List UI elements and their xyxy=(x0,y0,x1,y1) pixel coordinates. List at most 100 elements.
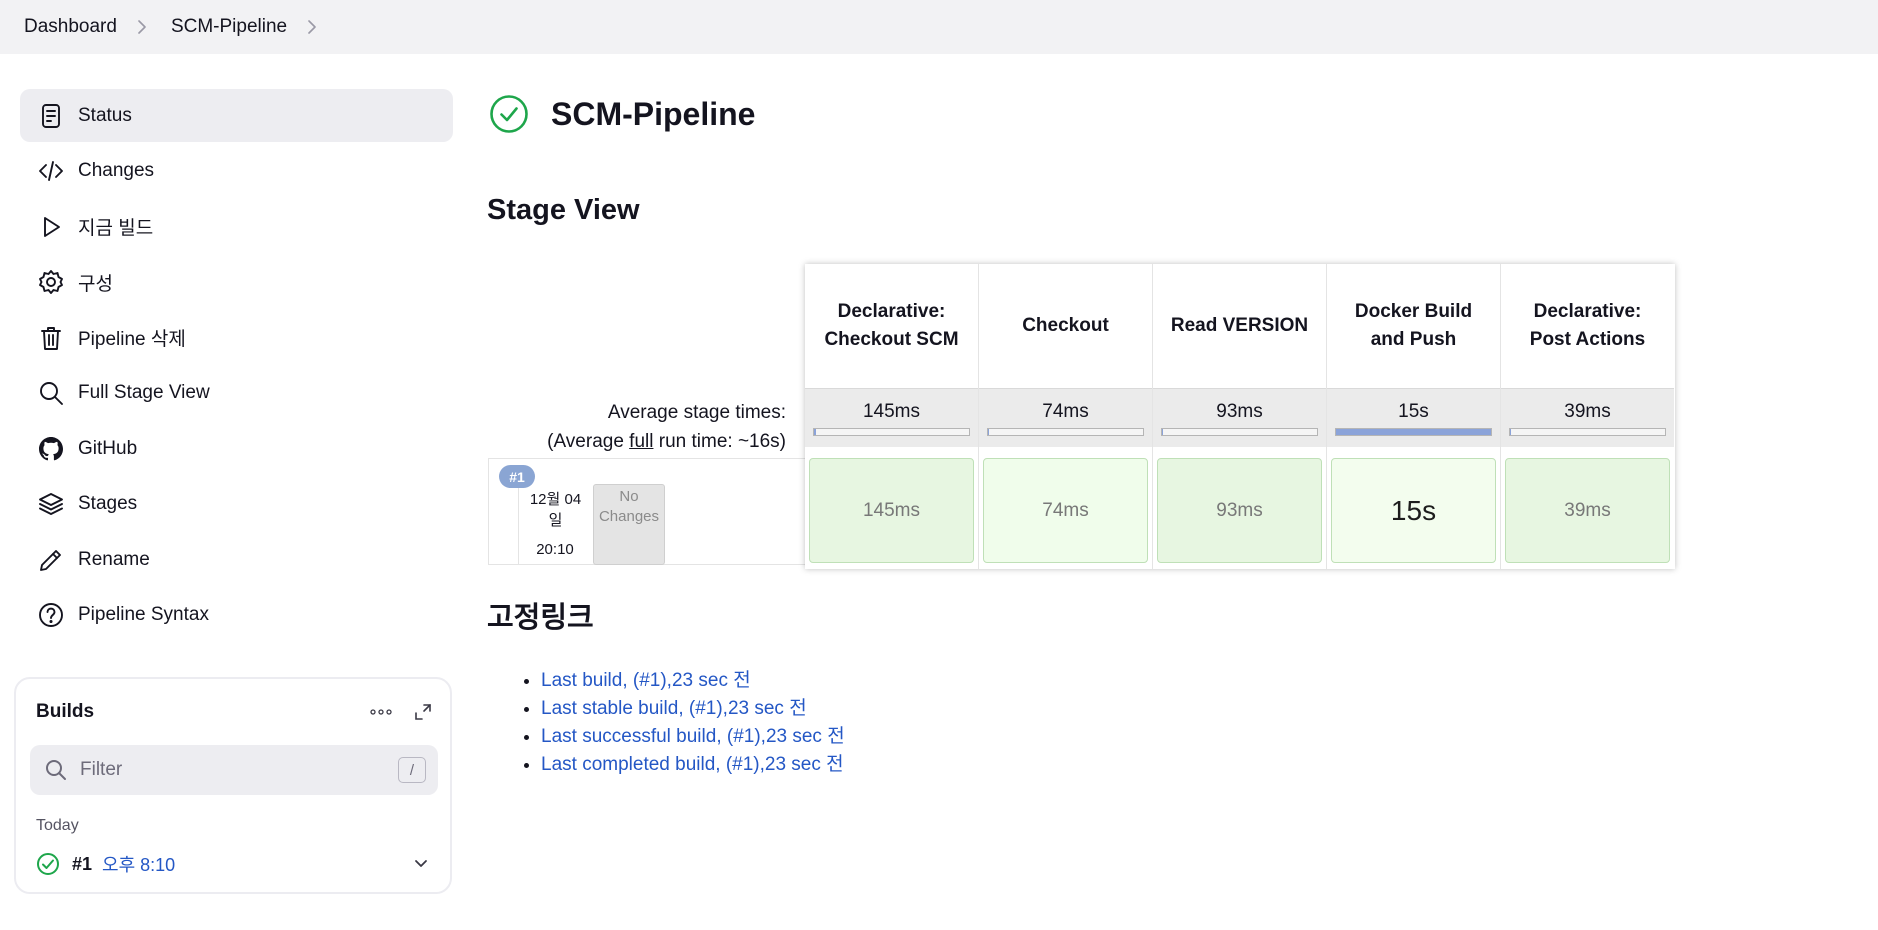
sidebar-item-changes[interactable]: Changes xyxy=(20,145,453,198)
stage-header: Checkout xyxy=(979,264,1152,388)
stage-progress-bar xyxy=(987,428,1144,436)
sidebar-item-configure[interactable]: 구성 xyxy=(20,256,453,309)
stage-progress-fill xyxy=(1162,429,1163,435)
stage-average: 93ms xyxy=(1153,388,1326,447)
sidebar: Status Changes 지금 빌드 구성 Pipeline 삭제 Full… xyxy=(20,89,453,644)
github-icon xyxy=(36,434,66,464)
builds-filter-input[interactable] xyxy=(80,759,380,781)
list-item: Last stable build, (#1),23 sec 전 xyxy=(541,695,845,723)
avg-label-line1: Average stage times: xyxy=(607,402,786,423)
success-icon xyxy=(37,853,59,875)
stage-cell[interactable]: 74ms xyxy=(983,458,1148,563)
builds-panel: Builds / Today #1 오후 8:10 xyxy=(14,677,452,894)
sidebar-item-label: Pipeline Syntax xyxy=(78,604,209,625)
no-changes-box[interactable]: No Changes xyxy=(593,484,665,565)
run-date-line1: 12월 04 xyxy=(529,491,582,508)
stage-column: Declarative: Checkout SCM 145ms 145ms xyxy=(805,264,978,569)
sidebar-item-label: Rename xyxy=(78,548,150,570)
stage-average: 39ms xyxy=(1501,388,1674,447)
sidebar-item-label: Full Stage View xyxy=(78,382,210,403)
sidebar-item-label: Pipeline 삭제 xyxy=(78,329,186,350)
stage-progress-fill xyxy=(988,429,989,435)
stage-header: Docker Build and Push xyxy=(1327,264,1500,388)
sidebar-item-status[interactable]: Status xyxy=(20,89,453,142)
breadcrumb-scm-pipeline[interactable]: SCM-Pipeline xyxy=(171,16,287,38)
stage-progress-fill xyxy=(1336,429,1491,435)
stage-progress-bar xyxy=(1509,428,1666,436)
avg-label-post: run time: ~16s) xyxy=(653,431,786,452)
sidebar-item-pipeline-syntax[interactable]: Pipeline Syntax xyxy=(20,589,453,642)
pencil-icon xyxy=(36,545,66,575)
run-badge[interactable]: #1 xyxy=(499,465,535,488)
stage-progress-fill xyxy=(814,429,816,435)
permalink-last-completed-build[interactable]: Last completed build, (#1),23 sec 전 xyxy=(541,754,844,775)
sidebar-item-label: 지금 빌드 xyxy=(78,218,154,239)
list-item: Last build, (#1),23 sec 전 xyxy=(541,667,845,695)
run-time: 20:10 xyxy=(536,541,574,558)
sidebar-item-delete-pipeline[interactable]: Pipeline 삭제 xyxy=(20,311,453,364)
trash-icon xyxy=(36,323,66,353)
build-number: #1 xyxy=(72,853,93,874)
stage-header: Declarative: Checkout SCM xyxy=(824,301,959,350)
expand-icon[interactable] xyxy=(410,699,436,725)
play-icon xyxy=(36,212,66,242)
more-icon[interactable] xyxy=(366,699,396,725)
stage-column: Read VERSION 93ms 93ms xyxy=(1153,264,1326,569)
chevron-right-icon[interactable] xyxy=(307,20,319,34)
chevron-down-icon[interactable] xyxy=(412,854,430,872)
build-row[interactable]: #1 오후 8:10 xyxy=(36,849,436,879)
sidebar-item-label: Stages xyxy=(78,493,138,514)
page-title: SCM-Pipeline xyxy=(551,95,756,132)
run-date-line2: 일 xyxy=(548,512,563,529)
sidebar-item-label: Status xyxy=(78,104,132,126)
gear-icon xyxy=(36,267,66,297)
permalink-last-build[interactable]: Last build, (#1),23 sec 전 xyxy=(541,670,751,691)
help-icon xyxy=(36,600,66,630)
stage-progress-bar xyxy=(1161,428,1318,436)
breadcrumb-dashboard[interactable]: Dashboard xyxy=(24,16,117,38)
stage-cell[interactable]: 15s xyxy=(1331,458,1496,563)
list-item: Last successful build, (#1),23 sec 전 xyxy=(541,723,845,751)
average-stage-times: Average stage times: (Average full run t… xyxy=(488,398,786,456)
sidebar-item-stages[interactable]: Stages xyxy=(20,478,453,531)
builds-filter: / xyxy=(30,745,438,795)
list-item: Last completed build, (#1),23 sec 전 xyxy=(541,751,845,779)
page-title-row: SCM-Pipeline xyxy=(489,94,755,134)
sidebar-item-label: 구성 xyxy=(78,273,113,295)
build-time: 오후 8:10 xyxy=(102,855,176,875)
builds-group-label: Today xyxy=(36,817,79,834)
builds-title: Builds xyxy=(36,701,95,722)
sidebar-item-github[interactable]: GitHub xyxy=(20,422,453,475)
chevron-right-icon xyxy=(137,20,149,34)
avg-label-pre: (Average xyxy=(547,431,630,452)
sidebar-item-build-now[interactable]: 지금 빌드 xyxy=(20,200,453,253)
stage-cell[interactable]: 145ms xyxy=(809,458,974,563)
permalink-last-successful-build[interactable]: Last successful build, (#1),23 sec 전 xyxy=(541,726,845,747)
stage-column: Declarative: Post Actions 39ms 39ms xyxy=(1501,264,1674,569)
stage-average: 145ms xyxy=(805,388,978,447)
stage-header: Declarative: Post Actions xyxy=(1529,301,1646,350)
stage-progress-bar xyxy=(1335,428,1492,436)
stage-average: 15s xyxy=(1327,388,1500,447)
status-icon xyxy=(36,101,66,131)
stage-grid: Declarative: Checkout SCM 145ms 145ms Ch… xyxy=(805,264,1675,569)
full-run-time-link[interactable]: full xyxy=(629,431,653,452)
stage-cell[interactable]: 39ms xyxy=(1505,458,1670,563)
sidebar-item-rename[interactable]: Rename xyxy=(20,533,453,586)
stage-average: 74ms xyxy=(979,388,1152,447)
avg-label-line2: (Average full run time: ~16s) xyxy=(488,427,786,456)
code-icon xyxy=(36,156,66,186)
permalink-last-stable-build[interactable]: Last stable build, (#1),23 sec 전 xyxy=(541,698,807,719)
search-icon xyxy=(46,760,66,780)
success-icon xyxy=(490,95,528,133)
permalinks-list: Last build, (#1),23 sec 전 Last stable bu… xyxy=(541,667,845,779)
sidebar-item-label: GitHub xyxy=(78,437,138,459)
stage-view-heading: Stage View xyxy=(487,194,640,226)
stage-column: Checkout 74ms 74ms xyxy=(979,264,1152,569)
stage-column: Docker Build and Push 15s 15s xyxy=(1327,264,1500,569)
sidebar-item-full-stage-view[interactable]: Full Stage View xyxy=(20,367,453,420)
stage-progress-bar xyxy=(813,428,970,436)
stage-header: Read VERSION xyxy=(1170,315,1309,336)
search-icon xyxy=(36,378,66,408)
stage-cell[interactable]: 93ms xyxy=(1157,458,1322,563)
